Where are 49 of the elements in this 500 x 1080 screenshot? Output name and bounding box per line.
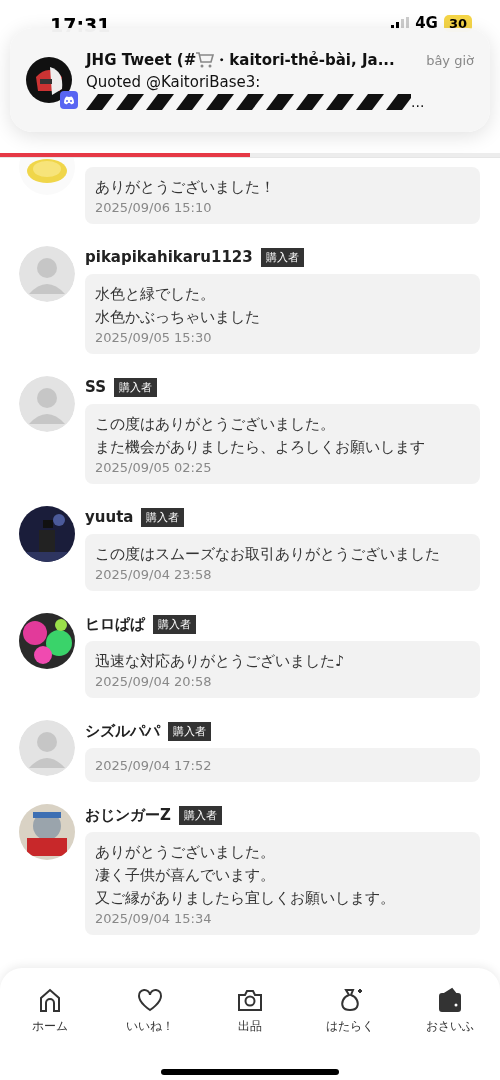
buyer-badge: 購入者 — [178, 805, 222, 825]
reviewer-name: SS — [85, 378, 106, 396]
review-text: 水色と緑でした。 — [95, 284, 216, 304]
review-date: 2025/09/04 17:52 — [95, 758, 213, 773]
reviewer-name: おじンガーZ — [85, 805, 171, 825]
notification-time: bây giờ — [426, 52, 474, 68]
default-avatar-icon — [19, 376, 75, 432]
review-date: 2025/09/05 02:25 — [95, 460, 213, 475]
nav-label[interactable]: おさいふ — [426, 1018, 474, 1035]
review-text: ありがとうございました！ — [95, 177, 276, 197]
review-text: ありがとうございました。 — [95, 842, 276, 862]
review-date: 2025/09/04 15:34 — [95, 911, 213, 926]
buyer-badge: 購入者 — [153, 614, 196, 634]
review-date: 2025/09/06 15:10 — [95, 200, 213, 215]
notification-ellipsis: ... — [411, 93, 425, 110]
stripes-icon — [86, 93, 411, 110]
notification-title: JHG Tweet (# — [86, 51, 197, 69]
review-text: 迅速な対応ありがとうございました♪ — [95, 651, 346, 671]
review-text: この度はありがとうございました。 — [95, 414, 336, 434]
nav-label[interactable]: 出品 — [238, 1018, 262, 1035]
review-date: 2025/09/04 20:58 — [95, 674, 213, 689]
nav-label[interactable]: いいね！ — [126, 1018, 174, 1035]
nav-label[interactable]: ホーム — [32, 1018, 68, 1035]
notification-title: ・kaitori-thẻ-bài, Ja... — [214, 50, 395, 70]
reviewer-name: yuuta — [85, 508, 134, 526]
default-avatar-icon — [19, 720, 75, 776]
buyer-badge: 購入者 — [141, 507, 185, 527]
review-text: また機会がありましたら、よろしくお願いします — [95, 437, 426, 457]
review-date: 2025/09/05 15:30 — [95, 330, 213, 345]
discord-icon — [60, 91, 78, 109]
review-date: 2025/09/04 23:58 — [95, 567, 213, 582]
reviewer-name: シズルパパ — [85, 721, 160, 741]
cart-icon — [196, 52, 215, 68]
buyer-badge: 購入者 — [113, 377, 157, 397]
notification-toast[interactable]: JHG Tweet (# ・kaitori-thẻ-bài, Ja... bây giờ Quoted @KaitoriBase3: ... — [10, 28, 490, 132]
buyer-badge: 購入者 — [260, 247, 304, 267]
review-text: 又ご縁がありましたら宜しくお願いします。 — [95, 888, 396, 908]
reviewer-name: pikapikahikaru1123 — [85, 248, 253, 266]
nav-label[interactable]: はたらく — [326, 1018, 374, 1035]
wallet-icon — [436, 986, 464, 1014]
buyer-badge: 購入者 — [168, 721, 211, 741]
default-avatar-icon — [19, 246, 75, 302]
review-text: 凄く子供が喜んでいます。 — [95, 865, 276, 885]
review-text: この度はスムーズなお取引ありがとうございました — [95, 544, 441, 564]
reviewer-name: ヒロぱぱ — [85, 614, 145, 634]
heart-icon — [136, 986, 164, 1014]
notification-text: Quoted @KaitoriBase3: — [86, 72, 262, 91]
tab-indicator[interactable] — [0, 153, 250, 157]
review-text: 水色かぶっちゃいました — [95, 307, 261, 327]
